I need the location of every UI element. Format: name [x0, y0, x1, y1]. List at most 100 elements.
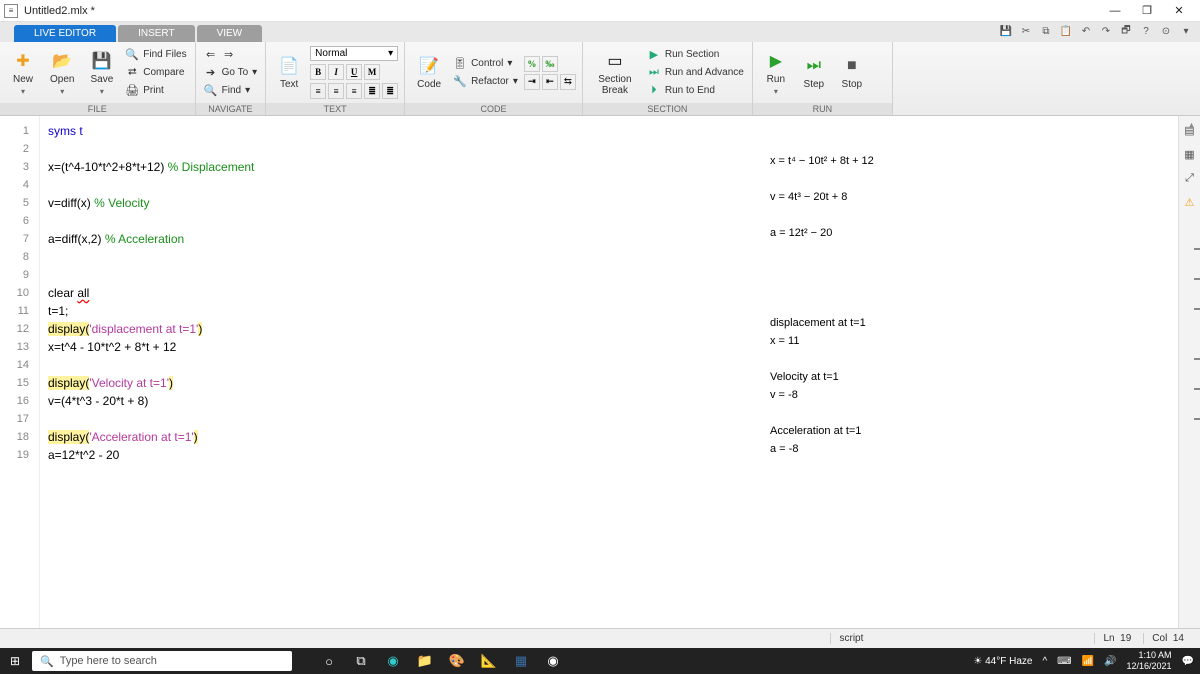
output-expand-icon[interactable]: ⤢ — [1182, 170, 1198, 186]
code-line[interactable] — [48, 356, 752, 374]
uncomment-button[interactable]: ‰ — [542, 56, 558, 72]
monospace-button[interactable]: M — [364, 64, 380, 80]
indent-button[interactable]: ⇥ — [524, 74, 540, 90]
code-line[interactable]: a=diff(x,2) % Acceleration — [48, 230, 752, 248]
tab-live-editor[interactable]: LIVE EDITOR — [14, 25, 116, 42]
section-marker[interactable] — [1194, 388, 1200, 390]
code-line[interactable]: display('Velocity at t=1') — [48, 374, 752, 392]
code-line[interactable]: v=(4*t^3 - 20*t + 8) — [48, 392, 752, 410]
control-button[interactable]: 🎚Control ▾ — [451, 56, 520, 72]
section-marker[interactable] — [1194, 278, 1200, 280]
stop-button[interactable]: ■Stop — [835, 53, 869, 92]
code-line[interactable] — [48, 140, 752, 158]
copy-icon[interactable]: ⧉ — [1038, 23, 1054, 39]
maximize-button[interactable]: ❐ — [1140, 4, 1154, 18]
align-left-button[interactable]: ≡ — [310, 83, 326, 99]
code-line[interactable]: syms t — [48, 122, 752, 140]
redo-icon[interactable]: ↷ — [1098, 23, 1114, 39]
tray-clock[interactable]: 1:10 AM 12/16/2021 — [1127, 650, 1172, 672]
comment-button[interactable]: % — [524, 56, 540, 72]
taskbar-search[interactable]: 🔍 Type here to search — [32, 651, 292, 671]
start-button[interactable]: ⊞ — [6, 652, 24, 670]
code-line[interactable] — [48, 176, 752, 194]
open-button[interactable]: 📂Open▾ — [44, 48, 80, 98]
run-section-button[interactable]: ▶Run Section — [645, 47, 746, 63]
outdent-button[interactable]: ⇤ — [542, 74, 558, 90]
section-marker[interactable] — [1194, 358, 1200, 360]
align-center-button[interactable]: ≡ — [328, 83, 344, 99]
output-line: x = t⁴ − 10t² + 8t + 12 — [770, 152, 874, 170]
run-advance-button[interactable]: ⏭Run and Advance — [645, 65, 746, 81]
weather-widget[interactable]: ☀ 44°F Haze — [973, 656, 1032, 667]
output-line: v = 4t³ − 20t + 8 — [770, 188, 847, 206]
find-button[interactable]: 🔍Find ▾ — [202, 83, 260, 99]
task-view-icon[interactable]: ⧉ — [352, 652, 370, 670]
close-button[interactable]: ✕ — [1172, 4, 1186, 18]
cut-icon[interactable]: ✂ — [1018, 23, 1034, 39]
switch-windows-icon[interactable]: 🗗 — [1118, 23, 1134, 39]
matlab-icon[interactable]: 📐 — [480, 652, 498, 670]
run-to-end-button[interactable]: ⏵Run to End — [645, 83, 746, 99]
expand-ribbon-icon[interactable]: ▾ — [1178, 23, 1194, 39]
app-icon-2[interactable]: ▦ — [512, 652, 530, 670]
minimize-button[interactable]: — — [1108, 4, 1122, 18]
code-line[interactable]: x=(t^4-10*t^2+8*t+12) % Displacement — [48, 158, 752, 176]
output-right-icon[interactable]: ▦ — [1182, 146, 1198, 162]
save-button[interactable]: 💾Save▾ — [84, 48, 119, 98]
list-ul-button[interactable]: ≣ — [364, 83, 380, 99]
tab-insert[interactable]: INSERT — [118, 25, 195, 42]
app-icon-1[interactable]: 🎨 — [448, 652, 466, 670]
code-line[interactable] — [48, 410, 752, 428]
help-icon[interactable]: ? — [1138, 23, 1154, 39]
text-button[interactable]: 📄Text — [272, 53, 306, 92]
section-marker[interactable] — [1194, 248, 1200, 250]
cortana-icon[interactable]: ○ — [320, 652, 338, 670]
section-marker[interactable] — [1194, 418, 1200, 420]
tray-volume-icon[interactable]: 🔊 — [1104, 656, 1116, 667]
underline-button[interactable]: U — [346, 64, 362, 80]
chrome-icon[interactable]: ◉ — [544, 652, 562, 670]
code-line[interactable]: t=1; — [48, 302, 752, 320]
print-button[interactable]: 🖨Print — [123, 83, 188, 99]
step-button[interactable]: ⏭Step — [797, 53, 831, 92]
align-right-button[interactable]: ≡ — [346, 83, 362, 99]
paste-icon[interactable]: 📋 — [1058, 23, 1074, 39]
notifications-icon[interactable]: 💬 — [1182, 656, 1194, 667]
tray-chevron-icon[interactable]: ^ — [1042, 656, 1047, 667]
code-line[interactable] — [48, 266, 752, 284]
code-editor[interactable]: syms t x=(t^4-10*t^2+8*t+12) % Displacem… — [40, 116, 760, 628]
edge-icon[interactable]: ◉ — [384, 652, 402, 670]
code-line[interactable]: a=12*t^2 - 20 — [48, 446, 752, 464]
code-line[interactable]: display('Acceleration at t=1') — [48, 428, 752, 446]
more-icon[interactable]: ⊙ — [1158, 23, 1174, 39]
section-break-button[interactable]: ▭Section Break — [589, 48, 641, 98]
file-explorer-icon[interactable]: 📁 — [416, 652, 434, 670]
new-button[interactable]: ✚New▾ — [6, 48, 40, 98]
code-line[interactable] — [48, 212, 752, 230]
code-line[interactable] — [48, 248, 752, 266]
tray-wifi-icon[interactable]: 📶 — [1082, 656, 1094, 667]
find-files-button[interactable]: 🔍Find Files — [123, 47, 188, 63]
italic-button[interactable]: I — [328, 64, 344, 80]
save-quick-icon[interactable]: 💾 — [998, 23, 1014, 39]
smart-indent-button[interactable]: ⇆ — [560, 74, 576, 90]
section-marker[interactable] — [1194, 308, 1200, 310]
undo-icon[interactable]: ↶ — [1078, 23, 1094, 39]
refactor-button[interactable]: 🔧Refactor ▾ — [451, 74, 520, 90]
nav-back-button[interactable]: ⇐⇒ — [202, 47, 260, 63]
code-line[interactable]: v=diff(x) % Velocity — [48, 194, 752, 212]
code-line[interactable]: x=t^4 - 10*t^2 + 8*t + 12 — [48, 338, 752, 356]
run-button[interactable]: ▶Run▾ — [759, 48, 793, 98]
code-line[interactable]: clear all — [48, 284, 752, 302]
text-style-dropdown[interactable]: Normal▾ — [310, 46, 398, 61]
tab-view[interactable]: VIEW — [197, 25, 263, 42]
bold-button[interactable]: B — [310, 64, 326, 80]
warning-indicator-icon[interactable]: ⚠ — [1182, 194, 1198, 210]
tray-keyboard-icon[interactable]: ⌨ — [1057, 656, 1071, 667]
code-line[interactable]: display('displacement at t=1') — [48, 320, 752, 338]
code-button[interactable]: 📝Code — [411, 53, 447, 92]
compare-button[interactable]: ⮂Compare — [123, 65, 188, 81]
list-ol-button[interactable]: ≣ — [382, 83, 398, 99]
collapse-ribbon-icon[interactable]: ▴ — [1189, 120, 1194, 131]
goto-button[interactable]: ➔Go To ▾ — [202, 65, 260, 81]
